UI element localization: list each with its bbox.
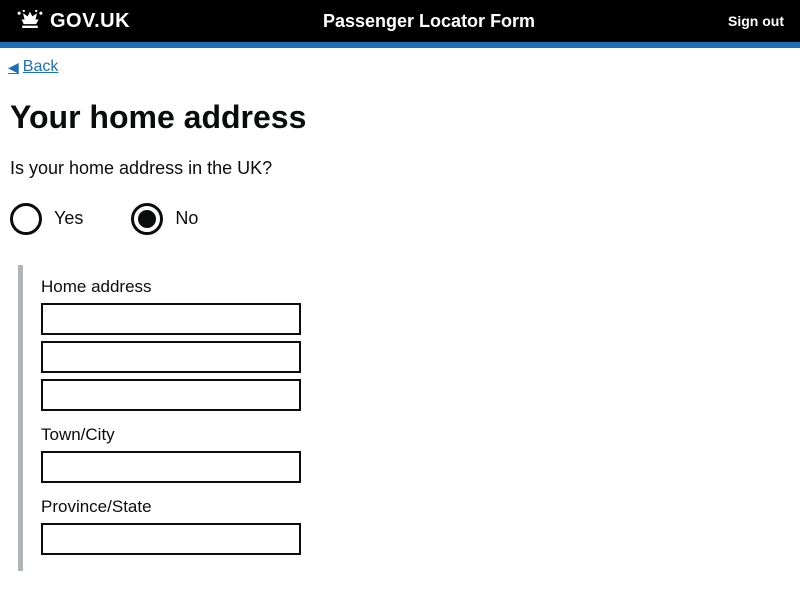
site-header: GOV.UK Passenger Locator Form Sign out <box>0 0 800 42</box>
radio-icon <box>10 203 42 235</box>
address-panel: Home address Town/City Province/State <box>18 265 790 571</box>
home-address-label: Home address <box>41 277 790 297</box>
back-link[interactable]: ◀ Back <box>8 58 58 76</box>
radio-no-label: No <box>175 208 198 229</box>
address-line1-input[interactable] <box>41 303 301 335</box>
town-city-label: Town/City <box>41 425 790 445</box>
address-line2-input[interactable] <box>41 341 301 373</box>
address-line3-input[interactable] <box>41 379 301 411</box>
service-name: Passenger Locator Form <box>323 11 535 32</box>
main-content: Your home address Is your home address i… <box>0 77 800 591</box>
header-left: GOV.UK <box>16 10 130 33</box>
crown-icon <box>16 10 44 32</box>
sign-out-link[interactable]: Sign out <box>728 13 784 29</box>
province-state-label: Province/State <box>41 497 790 517</box>
page-title: Your home address <box>10 99 790 136</box>
back-link-label: Back <box>23 58 59 76</box>
govuk-logo-text[interactable]: GOV.UK <box>50 10 130 33</box>
header-accent-bar <box>0 42 800 48</box>
radio-yes[interactable]: Yes <box>10 203 83 235</box>
town-city-input[interactable] <box>41 451 301 483</box>
caret-left-icon: ◀ <box>8 59 19 76</box>
question-text: Is your home address in the UK? <box>10 158 790 179</box>
radio-group-uk-address: Yes No <box>10 203 790 235</box>
radio-icon <box>131 203 163 235</box>
radio-yes-label: Yes <box>54 208 83 229</box>
province-state-input[interactable] <box>41 523 301 555</box>
radio-selected-dot <box>138 210 156 228</box>
radio-no[interactable]: No <box>131 203 198 235</box>
